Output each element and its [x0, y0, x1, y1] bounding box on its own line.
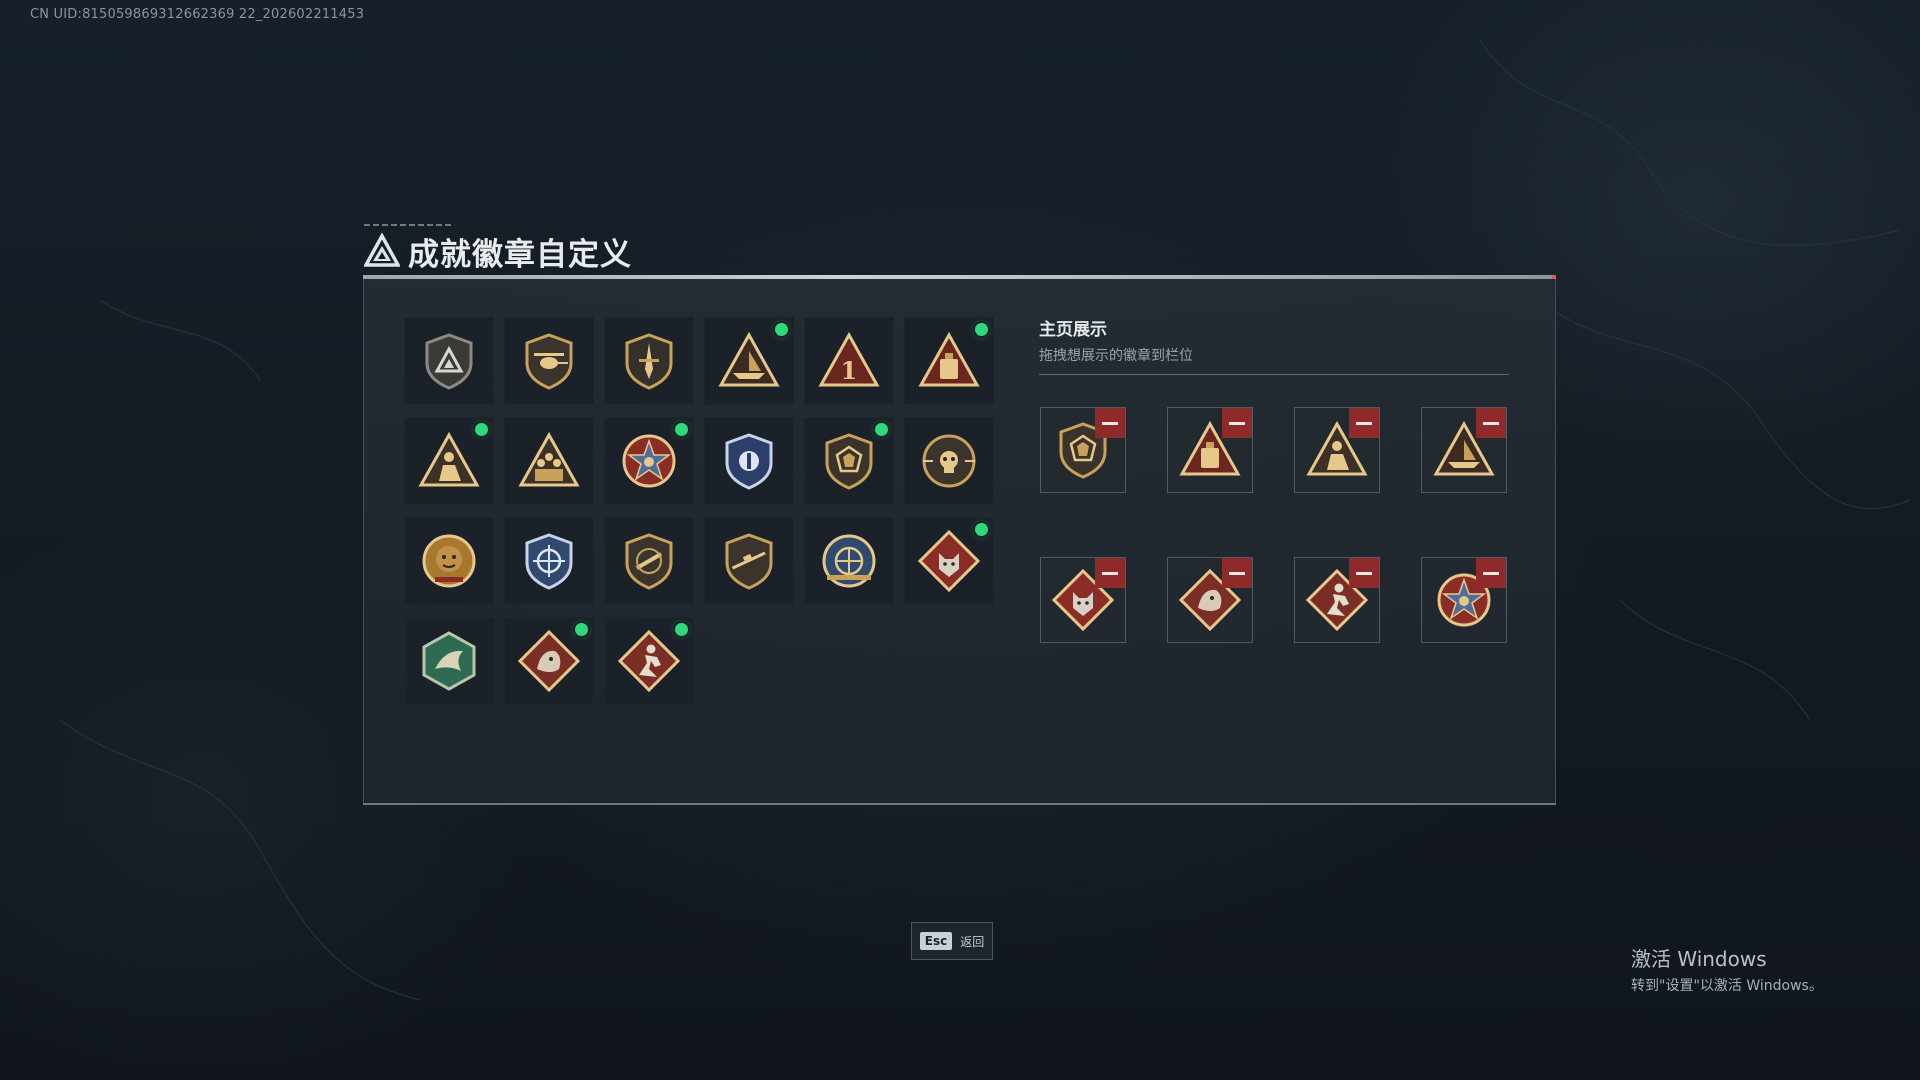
showcase-slot[interactable]: [1421, 407, 1507, 493]
title-decoration: [364, 224, 454, 226]
sniper-shield-emblem-icon: [725, 533, 773, 590]
new-badge-indicator: [475, 423, 488, 436]
minus-icon: [1102, 571, 1118, 575]
badge-collection-grid: 1: [404, 317, 994, 705]
panel-top-accent: [1552, 275, 1556, 279]
badge-cell[interactable]: [704, 417, 794, 505]
new-badge-indicator: [575, 623, 588, 636]
minus-icon: [1356, 571, 1372, 575]
blade-shield-emblem-icon: [625, 333, 673, 390]
remove-badge-button[interactable]: [1476, 408, 1506, 438]
squad-triangle-emblem-icon: [518, 431, 580, 487]
showcase-title: 主页展示: [1039, 320, 1107, 340]
helicopter-shield-emblem-icon: [525, 333, 573, 390]
showcase-divider: [1039, 374, 1509, 375]
badge-cell[interactable]: [604, 517, 694, 605]
triangle-shield-emblem-icon: [425, 333, 473, 390]
minus-icon: [1229, 571, 1245, 575]
badge-cell[interactable]: [804, 517, 894, 605]
gem-shield-emblem-icon: [825, 433, 873, 490]
showcase-subtitle: 拖拽想展示的徽章到栏位: [1039, 348, 1193, 364]
delta-logo-icon: [364, 233, 400, 267]
badge-cell[interactable]: [404, 617, 494, 705]
wolf-diamond-emblem-icon: [917, 529, 981, 593]
new-badge-indicator: [675, 423, 688, 436]
showcase-slot[interactable]: [1167, 407, 1253, 493]
new-badge-indicator: [975, 323, 988, 336]
page-title: 成就徽章自定义: [408, 236, 632, 273]
badge-cell[interactable]: [404, 317, 494, 405]
remove-badge-button[interactable]: [1095, 408, 1125, 438]
new-badge-indicator: [975, 523, 988, 536]
uid-label: CN UID:815059869312662369 22_20260221145…: [30, 7, 365, 22]
remove-badge-button[interactable]: [1222, 558, 1252, 588]
badge-cell[interactable]: [404, 417, 494, 505]
showcase-header: 主页展示 拖拽想展示的徽章到栏位: [1039, 315, 1509, 375]
new-badge-indicator: [675, 623, 688, 636]
showcase-slot[interactable]: [1040, 407, 1126, 493]
badge-cell[interactable]: [704, 317, 794, 405]
rifle-shield-emblem-icon: [625, 533, 673, 590]
badge-cell[interactable]: [904, 417, 994, 505]
boat-triangle-emblem-icon: [718, 331, 780, 387]
back-label: 返回: [960, 934, 985, 949]
page-header: 成就徽章自定义: [364, 224, 632, 274]
badge-cell[interactable]: [904, 317, 994, 405]
badge-cell[interactable]: [904, 517, 994, 605]
showcase-slot[interactable]: [1421, 557, 1507, 643]
globe-medal-emblem-icon: [822, 534, 876, 588]
badge-cell[interactable]: 1: [804, 317, 894, 405]
badge-cell[interactable]: [504, 417, 594, 505]
back-button[interactable]: Esc 返回: [911, 922, 993, 960]
soldier-triangle-emblem-icon: [418, 431, 480, 487]
minus-icon: [1102, 421, 1118, 425]
remove-badge-button[interactable]: [1349, 558, 1379, 588]
remove-badge-button[interactable]: [1222, 408, 1252, 438]
badge-cell[interactable]: [504, 517, 594, 605]
remove-badge-button[interactable]: [1476, 558, 1506, 588]
badge-customize-panel: 1 主页展示 拖拽想展示的徽章到栏位: [363, 275, 1556, 805]
dragon-diamond-emblem-icon: [517, 629, 581, 693]
blue-shield-crest-emblem-icon: [725, 433, 773, 490]
crosshair-sword-shield-emblem-icon: [525, 533, 573, 590]
showcase-slot[interactable]: [1040, 557, 1126, 643]
badge-cell[interactable]: [404, 517, 494, 605]
green-dragon-hexagon-emblem-icon: [422, 631, 476, 691]
showcase-slot[interactable]: [1294, 407, 1380, 493]
showcase-slot[interactable]: [1294, 557, 1380, 643]
watermark-line-2: 转到"设置"以激活 Windows。: [1631, 978, 1823, 994]
vault-triangle-emblem-icon: [918, 331, 980, 387]
minus-icon: [1229, 421, 1245, 425]
skull-crosshair-emblem-icon: [922, 434, 976, 488]
windows-activation-watermark: 激活 Windows 转到"设置"以激活 Windows。: [1631, 943, 1823, 995]
badge-cell[interactable]: [704, 517, 794, 605]
badge-cell[interactable]: [604, 317, 694, 405]
minus-icon: [1356, 421, 1372, 425]
esc-key-hint: Esc: [919, 932, 953, 950]
remove-badge-button[interactable]: [1349, 408, 1379, 438]
panel-top-border: [363, 275, 1556, 279]
showcase-slots: [1040, 407, 1507, 643]
badge-cell[interactable]: [604, 617, 694, 705]
panel-bottom-border: [363, 803, 1556, 805]
minus-icon: [1483, 421, 1499, 425]
watermark-line-1: 激活 Windows: [1631, 947, 1767, 971]
svg-text:1: 1: [841, 356, 858, 385]
new-badge-indicator: [775, 323, 788, 336]
runner-diamond-emblem-icon: [617, 629, 681, 693]
showcase-slot[interactable]: [1167, 557, 1253, 643]
star-medal-emblem-icon: [622, 434, 676, 488]
number-one-triangle-emblem-icon: 1: [818, 331, 880, 387]
tiger-medal-emblem-icon: [422, 534, 476, 588]
badge-cell[interactable]: [504, 617, 594, 705]
remove-badge-button[interactable]: [1095, 558, 1125, 588]
minus-icon: [1483, 571, 1499, 575]
new-badge-indicator: [875, 423, 888, 436]
badge-cell[interactable]: [804, 417, 894, 505]
badge-cell[interactable]: [604, 417, 694, 505]
badge-cell[interactable]: [504, 317, 594, 405]
